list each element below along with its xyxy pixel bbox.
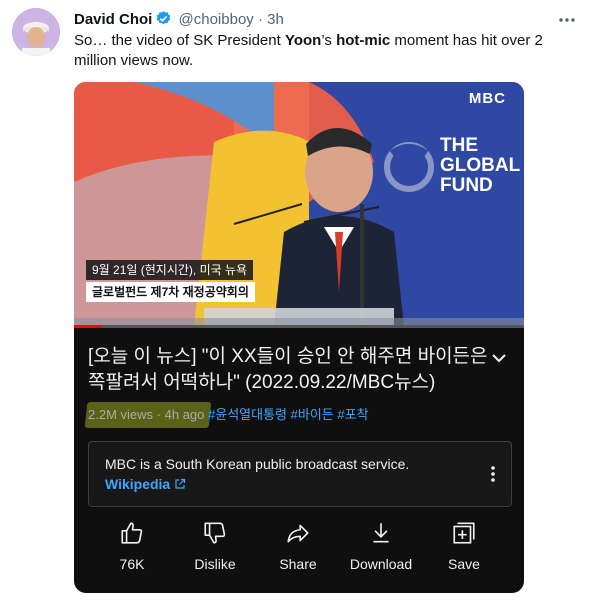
- info-panel-text: MBC is a South Korean public broadcast s…: [105, 456, 410, 472]
- banner-line: THE: [440, 135, 478, 156]
- view-count: 2.2M views: [88, 407, 154, 422]
- mbc-logo: MBC: [468, 90, 506, 107]
- share-icon: [258, 520, 338, 546]
- banner-line: FUND: [440, 175, 493, 196]
- download-button[interactable]: Download: [341, 520, 421, 572]
- author-avatar[interactable]: [12, 8, 60, 56]
- youtube-card[interactable]: MBC THE GLOBAL FUND 9월 21일 (현지시간), 미국 뉴욕…: [74, 82, 524, 593]
- caption-line-1: 9월 21일 (현지시간), 미국 뉴욕: [86, 260, 254, 280]
- wikipedia-link[interactable]: Wikipedia: [105, 476, 186, 492]
- share-button[interactable]: Share: [258, 520, 338, 572]
- like-count: 76K: [119, 556, 145, 572]
- video-progress-bar[interactable]: [74, 325, 524, 328]
- progress-fill: [74, 325, 101, 328]
- author-handle[interactable]: @choibboy: [179, 11, 254, 28]
- dislike-label: Dislike: [194, 556, 236, 572]
- tweet-text-bold-hotmic: hot-mic: [336, 32, 391, 49]
- video-thumbnail[interactable]: MBC THE GLOBAL FUND 9월 21일 (현지시간), 미국 뉴욕…: [74, 82, 524, 327]
- hashtag-link[interactable]: #윤석열대통령: [208, 407, 287, 422]
- thumbs-up-icon: [92, 520, 172, 546]
- tweet-text: So… the video of SK President Yoon’s hot…: [74, 31, 544, 71]
- save-label: Save: [448, 556, 480, 572]
- tweet: David Choi @choibboy · 3h So… the video …: [0, 0, 591, 600]
- external-link-icon: [174, 476, 186, 492]
- video-title[interactable]: [오늘 이 뉴스] "이 XX들이 승인 안 해주면 바이든은 쪽팔려서 어떡하…: [88, 344, 488, 396]
- save-playlist-icon: [424, 520, 504, 546]
- like-button[interactable]: 76K: [92, 520, 172, 572]
- tweet-text-part: So… the video of SK President: [74, 32, 285, 49]
- author-name[interactable]: David Choi: [74, 11, 152, 28]
- verified-badge-icon: [155, 10, 172, 31]
- more-vertical-icon[interactable]: [485, 462, 501, 486]
- chevron-down-icon[interactable]: [489, 348, 509, 368]
- video-meta: 2.2M views · 4h ago #윤석열대통령 #바이든 #포착: [88, 404, 369, 423]
- hashtag-link[interactable]: #포착: [337, 407, 368, 422]
- save-button[interactable]: Save: [424, 520, 504, 572]
- tweet-text-part: ’s: [321, 32, 337, 49]
- share-label: Share: [279, 556, 317, 572]
- download-label: Download: [349, 556, 413, 572]
- hashtag-link[interactable]: #바이든: [291, 407, 334, 422]
- tweet-text-bold-yoon: Yoon: [284, 32, 322, 49]
- more-horizontal-icon[interactable]: [555, 10, 579, 30]
- upload-age: 4h ago: [164, 407, 205, 422]
- dislike-button[interactable]: Dislike: [175, 520, 255, 572]
- global-fund-banner: THE GLOBAL FUND: [440, 136, 520, 196]
- video-caption: 9월 21일 (현지시간), 미국 뉴욕 글로벌펀드 제7차 재정공약회의: [86, 260, 255, 302]
- caption-line-2: 글로벌펀드 제7차 재정공약회의: [86, 282, 255, 302]
- wikipedia-link-label: Wikipedia: [105, 476, 171, 492]
- tweet-header: David Choi @choibboy · 3h: [74, 10, 284, 31]
- meta-separator: ·: [156, 407, 161, 422]
- info-panel: MBC is a South Korean public broadcast s…: [88, 441, 512, 507]
- banner-line: GLOBAL: [440, 155, 521, 176]
- tweet-time[interactable]: 3h: [267, 11, 284, 28]
- header-separator: ·: [257, 11, 263, 28]
- action-bar: 76K Dislike Share Download Save: [74, 520, 524, 582]
- thumbs-down-icon: [175, 520, 255, 546]
- download-icon: [341, 520, 421, 546]
